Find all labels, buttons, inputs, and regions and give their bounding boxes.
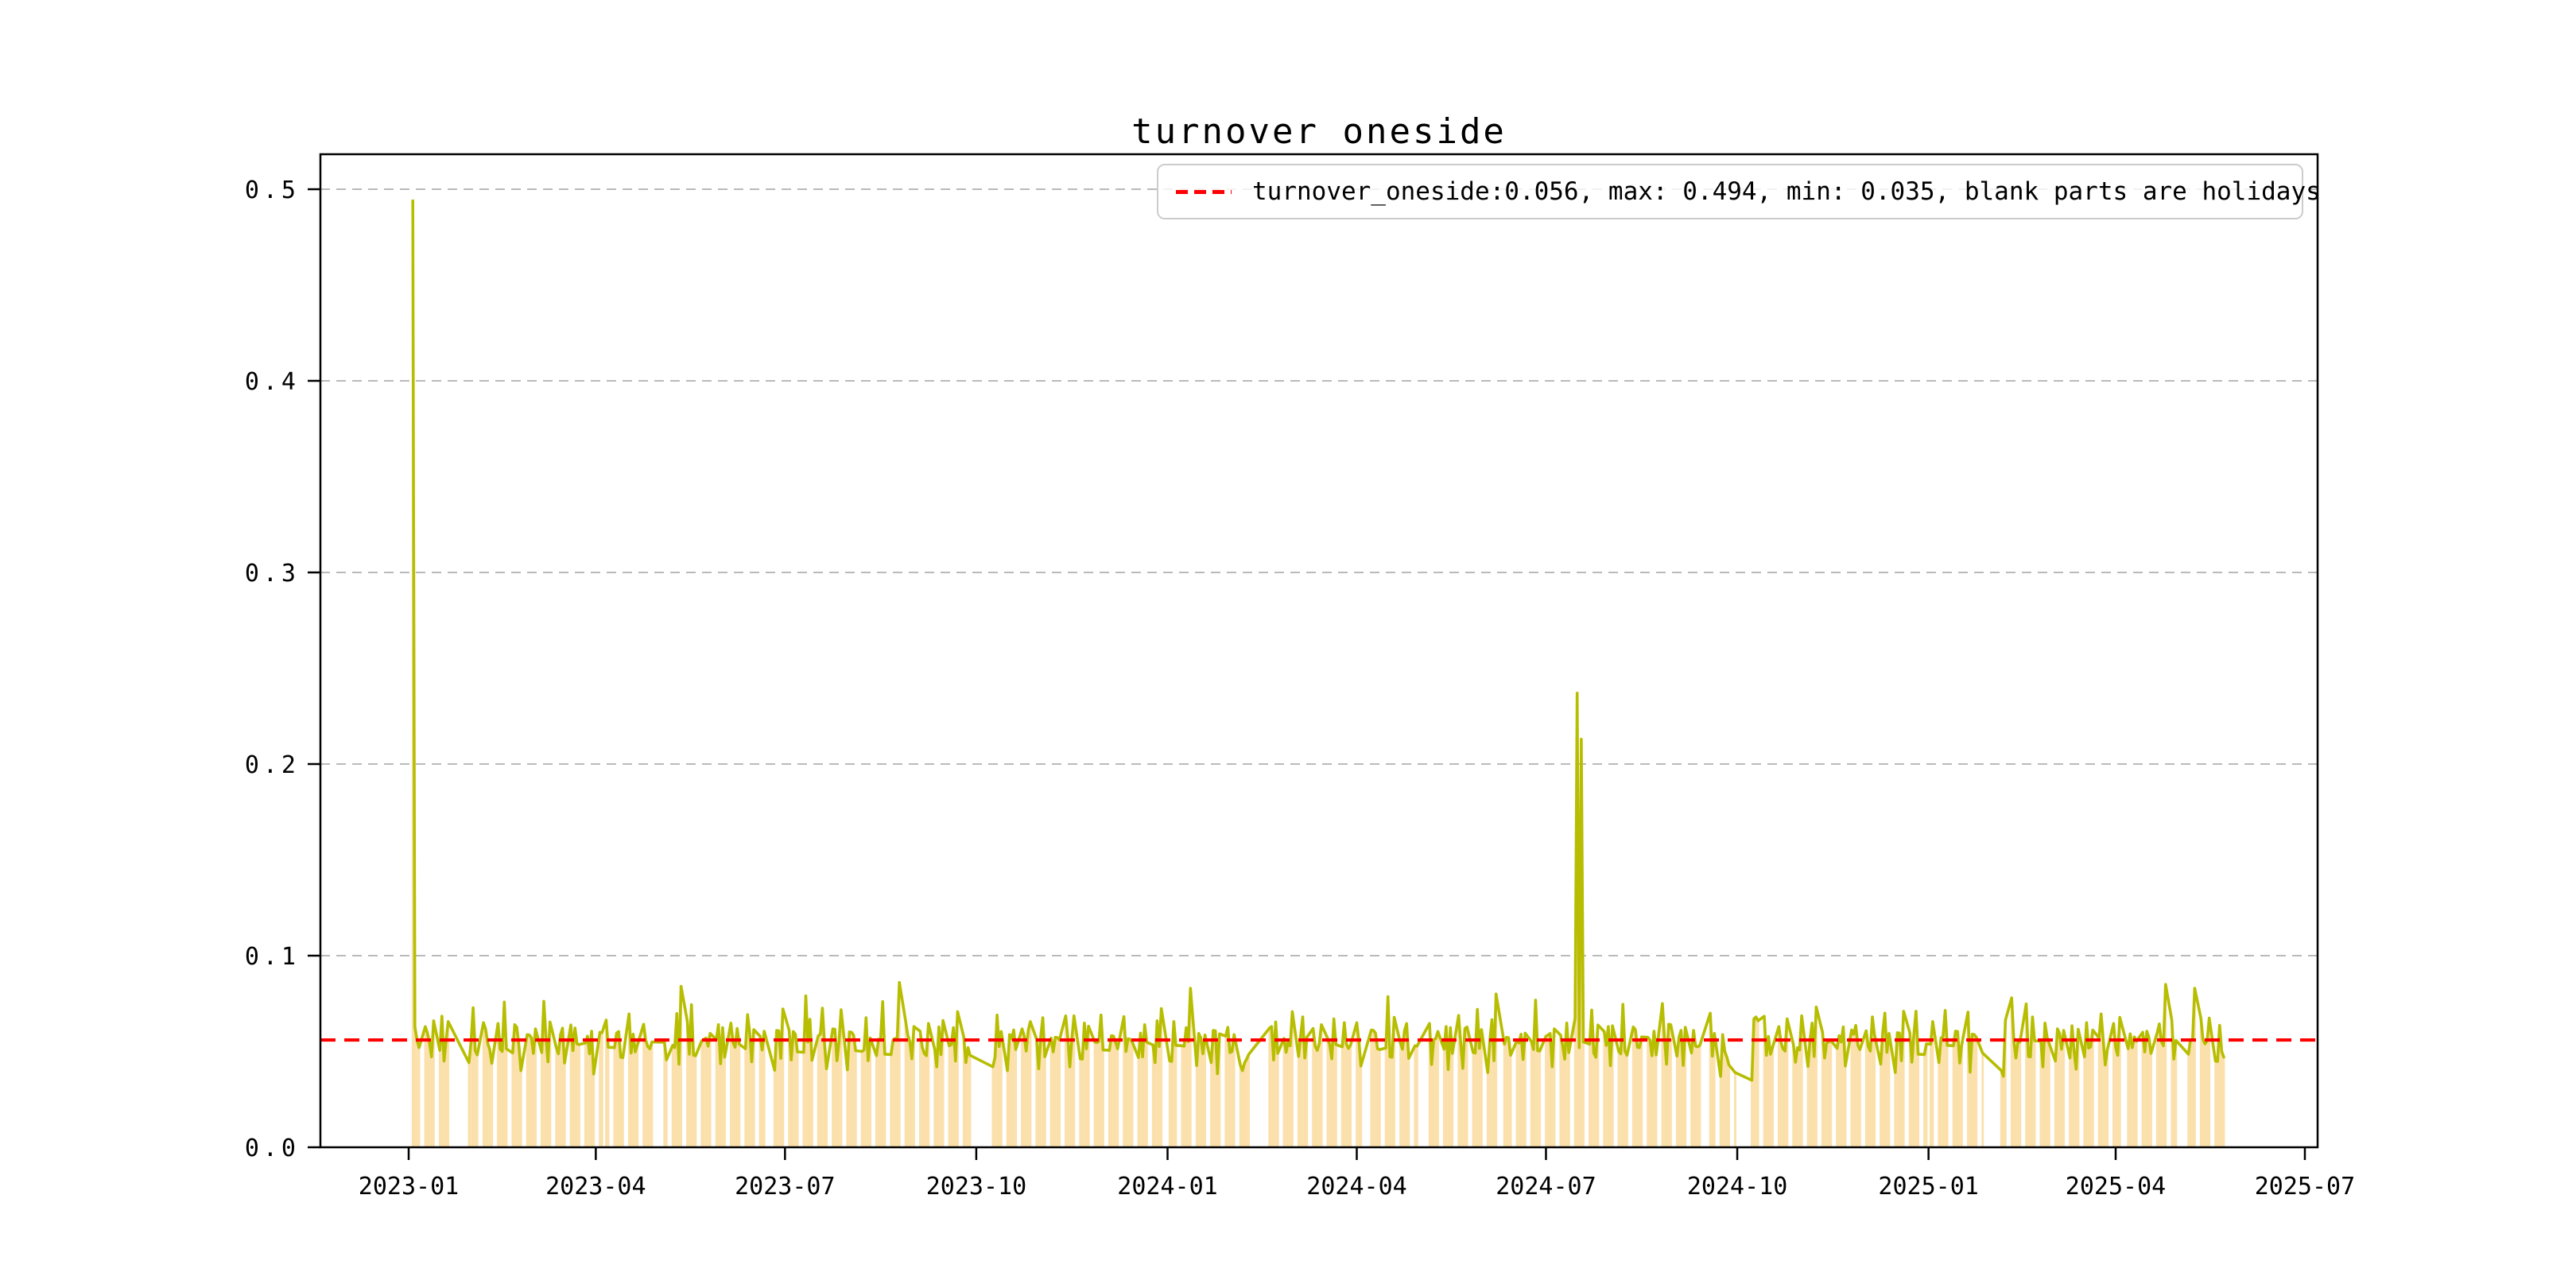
line-series <box>411 199 2225 1082</box>
svg-text:2025-07: 2025-07 <box>2255 1173 2355 1201</box>
svg-text:0.0: 0.0 <box>245 1135 300 1162</box>
svg-text:0.2: 0.2 <box>245 751 300 779</box>
legend-dashed-line-icon <box>1176 189 1232 194</box>
axes-frame <box>319 153 2319 1149</box>
svg-text:2025-04: 2025-04 <box>2066 1173 2166 1201</box>
legend: turnover_oneside:0.056, max: 0.494, min:… <box>1157 164 2321 219</box>
svg-text:2024-01: 2024-01 <box>1117 1173 1217 1201</box>
svg-text:0.4: 0.4 <box>245 368 300 396</box>
figure: 2023-01 2023-04 2023-07 2023-10 2024-01 2024-… <box>0 0 2576 1288</box>
svg-text:0.5: 0.5 <box>245 177 300 204</box>
svg-text:2023-10: 2023-10 <box>926 1173 1026 1201</box>
legend-label: turnover_oneside:0.056, max: 0.494, min:… <box>1252 177 2321 206</box>
chart-title: turnover oneside <box>1131 111 1507 152</box>
y-axis-labels: 0.0 0.1 0.2 0.3 0.4 0.5 <box>245 177 300 1162</box>
svg-text:0.1: 0.1 <box>245 943 300 971</box>
svg-text:2023-04: 2023-04 <box>545 1173 646 1201</box>
x-axis-labels: 2023-01 2023-04 2023-07 2023-10 2024-01 2024-… <box>359 1173 2355 1201</box>
x-axis-ticks <box>407 1147 2306 1160</box>
svg-text:2024-07: 2024-07 <box>1496 1173 1596 1201</box>
svg-text:2023-07: 2023-07 <box>735 1173 835 1201</box>
svg-text:2024-04: 2024-04 <box>1306 1173 1406 1201</box>
svg-text:2025-01: 2025-01 <box>1878 1173 1978 1201</box>
y-axis-ticks <box>308 188 320 1149</box>
svg-text:2024-10: 2024-10 <box>1687 1173 1787 1201</box>
gridlines <box>320 188 2318 956</box>
svg-text:2023-01: 2023-01 <box>359 1173 459 1201</box>
svg-text:0.3: 0.3 <box>245 560 300 588</box>
